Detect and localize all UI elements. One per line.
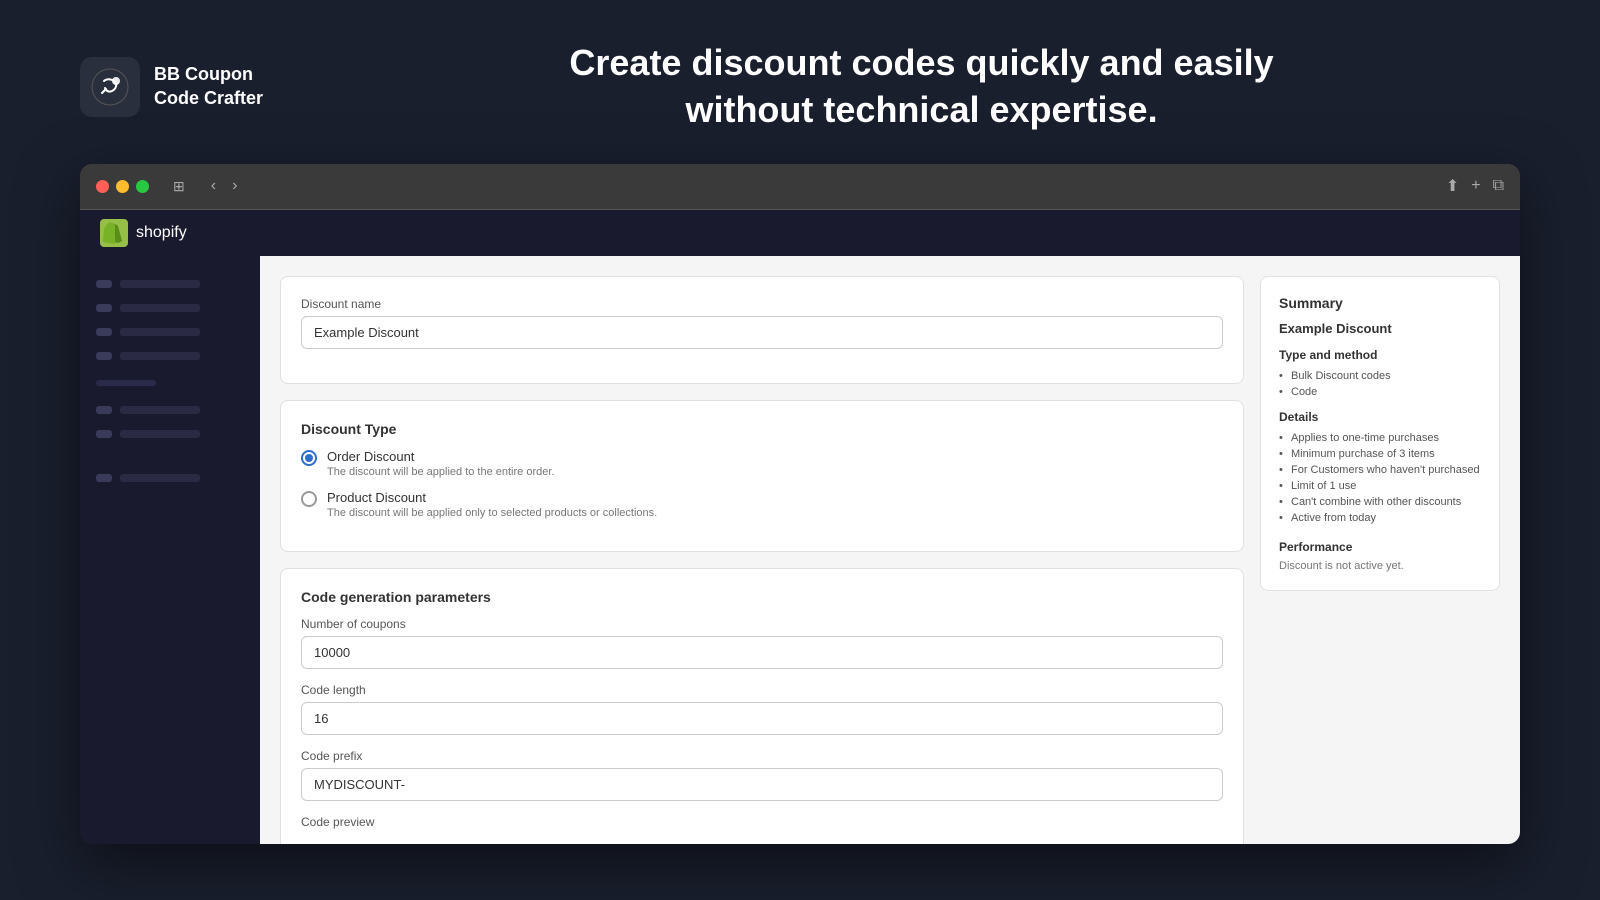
minimize-button[interactable] xyxy=(116,180,129,193)
discount-name-group: Discount name xyxy=(301,297,1223,349)
summary-type-method-list: Bulk Discount codes Code xyxy=(1279,368,1481,400)
traffic-lights xyxy=(96,180,149,193)
radio-product-label: Product Discount xyxy=(327,490,1223,505)
code-gen-title: Code generation parameters xyxy=(301,589,1223,605)
radio-product-circle[interactable] xyxy=(301,491,317,507)
performance-title: Performance xyxy=(1279,540,1481,554)
logo-block: BB Coupon Code Crafter xyxy=(80,57,263,117)
summary-detail-1: Applies to one-time purchases xyxy=(1279,430,1481,446)
shopify-logo: shopify xyxy=(100,219,187,247)
radio-product-text: Product Discount The discount will be ap… xyxy=(327,490,1223,519)
copy-tab-icon[interactable]: ⧉ xyxy=(1493,177,1504,195)
summary-type-method-title: Type and method xyxy=(1279,348,1481,362)
discount-type-card: Discount Type Order Discount The discoun… xyxy=(280,400,1244,552)
header-area: BB Coupon Code Crafter Create discount c… xyxy=(0,0,1600,164)
code-gen-card: Code generation parameters Number of cou… xyxy=(280,568,1244,844)
shopify-topbar: shopify xyxy=(80,210,1520,256)
main-content: Discount name Discount Type Order Discou… xyxy=(260,256,1520,844)
summary-type-item-2: Code xyxy=(1279,384,1481,400)
code-length-label: Code length xyxy=(301,683,1223,697)
summary-detail-5: Can't combine with other discounts xyxy=(1279,494,1481,510)
sidebar-item-6[interactable] xyxy=(80,422,260,446)
radio-order-option[interactable]: Order Discount The discount will be appl… xyxy=(301,449,1223,478)
summary-detail-6: Active from today xyxy=(1279,510,1481,526)
sidebar-label-5 xyxy=(120,406,200,414)
back-button[interactable]: ‹ xyxy=(205,175,222,197)
sidebar-item-4[interactable] xyxy=(80,344,260,368)
form-column: Discount name Discount Type Order Discou… xyxy=(280,276,1244,844)
sidebar-item-2[interactable] xyxy=(80,296,260,320)
summary-name: Example Discount xyxy=(1279,321,1481,336)
radio-order-label: Order Discount xyxy=(327,449,1223,464)
radio-order-circle[interactable] xyxy=(301,450,317,466)
discount-type-title: Discount Type xyxy=(301,421,1223,437)
shopify-main: Discount name Discount Type Order Discou… xyxy=(80,256,1520,844)
sidebar-icon-footer xyxy=(96,474,112,482)
code-prefix-input[interactable] xyxy=(301,768,1223,801)
sidebar-section-1 xyxy=(80,368,260,398)
summary-column: Summary Example Discount Type and method… xyxy=(1260,276,1500,844)
browser-right-icons: ⬆ + ⧉ xyxy=(1446,176,1504,196)
discount-name-label: Discount name xyxy=(301,297,1223,311)
browser-window: ⊞ ‹ › ⬆ + ⧉ shopify xyxy=(80,164,1520,844)
num-coupons-input[interactable] xyxy=(301,636,1223,669)
radio-product-option[interactable]: Product Discount The discount will be ap… xyxy=(301,490,1223,519)
performance-text: Discount is not active yet. xyxy=(1279,560,1481,572)
code-prefix-label: Code prefix xyxy=(301,749,1223,763)
sidebar-icon-6 xyxy=(96,430,112,438)
logo-icon xyxy=(80,57,140,117)
sidebar-label-2 xyxy=(120,304,200,312)
browser-icons: ⊞ xyxy=(169,174,189,199)
sidebar-label-6 xyxy=(120,430,200,438)
sidebar-footer xyxy=(80,446,260,500)
sidebar-item-1[interactable] xyxy=(80,272,260,296)
sidebar-icon-4 xyxy=(96,352,112,360)
forward-button[interactable]: › xyxy=(226,175,243,197)
code-length-group: Code length xyxy=(301,683,1223,735)
tab-grid-icon[interactable]: ⊞ xyxy=(169,174,189,199)
close-button[interactable] xyxy=(96,180,109,193)
summary-details-title: Details xyxy=(1279,410,1481,424)
radio-order-text: Order Discount The discount will be appl… xyxy=(327,449,1223,478)
headline: Create discount codes quickly and easily… xyxy=(323,40,1520,134)
code-length-input[interactable] xyxy=(301,702,1223,735)
sidebar-icon-5 xyxy=(96,406,112,414)
code-preview-label: Code preview xyxy=(301,815,1223,829)
code-prefix-group: Code prefix xyxy=(301,749,1223,801)
sidebar-item-3[interactable] xyxy=(80,320,260,344)
sidebar-label-4 xyxy=(120,352,200,360)
radio-product-desc: The discount will be applied only to sel… xyxy=(327,507,1223,519)
new-tab-icon[interactable]: + xyxy=(1471,177,1480,195)
num-coupons-label: Number of coupons xyxy=(301,617,1223,631)
share-icon[interactable]: ⬆ xyxy=(1446,176,1459,196)
num-coupons-group: Number of coupons xyxy=(301,617,1223,669)
summary-detail-2: Minimum purchase of 3 items xyxy=(1279,446,1481,462)
summary-type-item-1: Bulk Discount codes xyxy=(1279,368,1481,384)
sidebar-icon-2 xyxy=(96,304,112,312)
sidebar-item-5[interactable] xyxy=(80,398,260,422)
sidebar-label-3 xyxy=(120,328,200,336)
shopify-label: shopify xyxy=(136,224,187,242)
summary-title: Summary xyxy=(1279,295,1481,311)
sidebar-label-footer xyxy=(120,474,200,482)
sidebar-item-footer[interactable] xyxy=(96,466,244,490)
summary-detail-3: For Customers who haven't purchased xyxy=(1279,462,1481,478)
browser-toolbar: ⊞ ‹ › ⬆ + ⧉ xyxy=(80,164,1520,210)
sidebar-label-1 xyxy=(120,280,200,288)
sidebar xyxy=(80,256,260,844)
summary-detail-4: Limit of 1 use xyxy=(1279,478,1481,494)
maximize-button[interactable] xyxy=(136,180,149,193)
discount-name-input[interactable] xyxy=(301,316,1223,349)
code-preview-group: Code preview xyxy=(301,815,1223,829)
nav-buttons: ‹ › xyxy=(205,175,244,197)
discount-name-card: Discount name xyxy=(280,276,1244,384)
sidebar-icon-1 xyxy=(96,280,112,288)
shopify-container: shopify xyxy=(80,210,1520,844)
logo-text: BB Coupon Code Crafter xyxy=(154,63,263,110)
radio-order-desc: The discount will be applied to the enti… xyxy=(327,466,1223,478)
sidebar-icon-3 xyxy=(96,328,112,336)
summary-card: Summary Example Discount Type and method… xyxy=(1260,276,1500,591)
summary-details-list: Applies to one-time purchases Minimum pu… xyxy=(1279,430,1481,526)
sidebar-section-bar-1 xyxy=(96,380,156,386)
